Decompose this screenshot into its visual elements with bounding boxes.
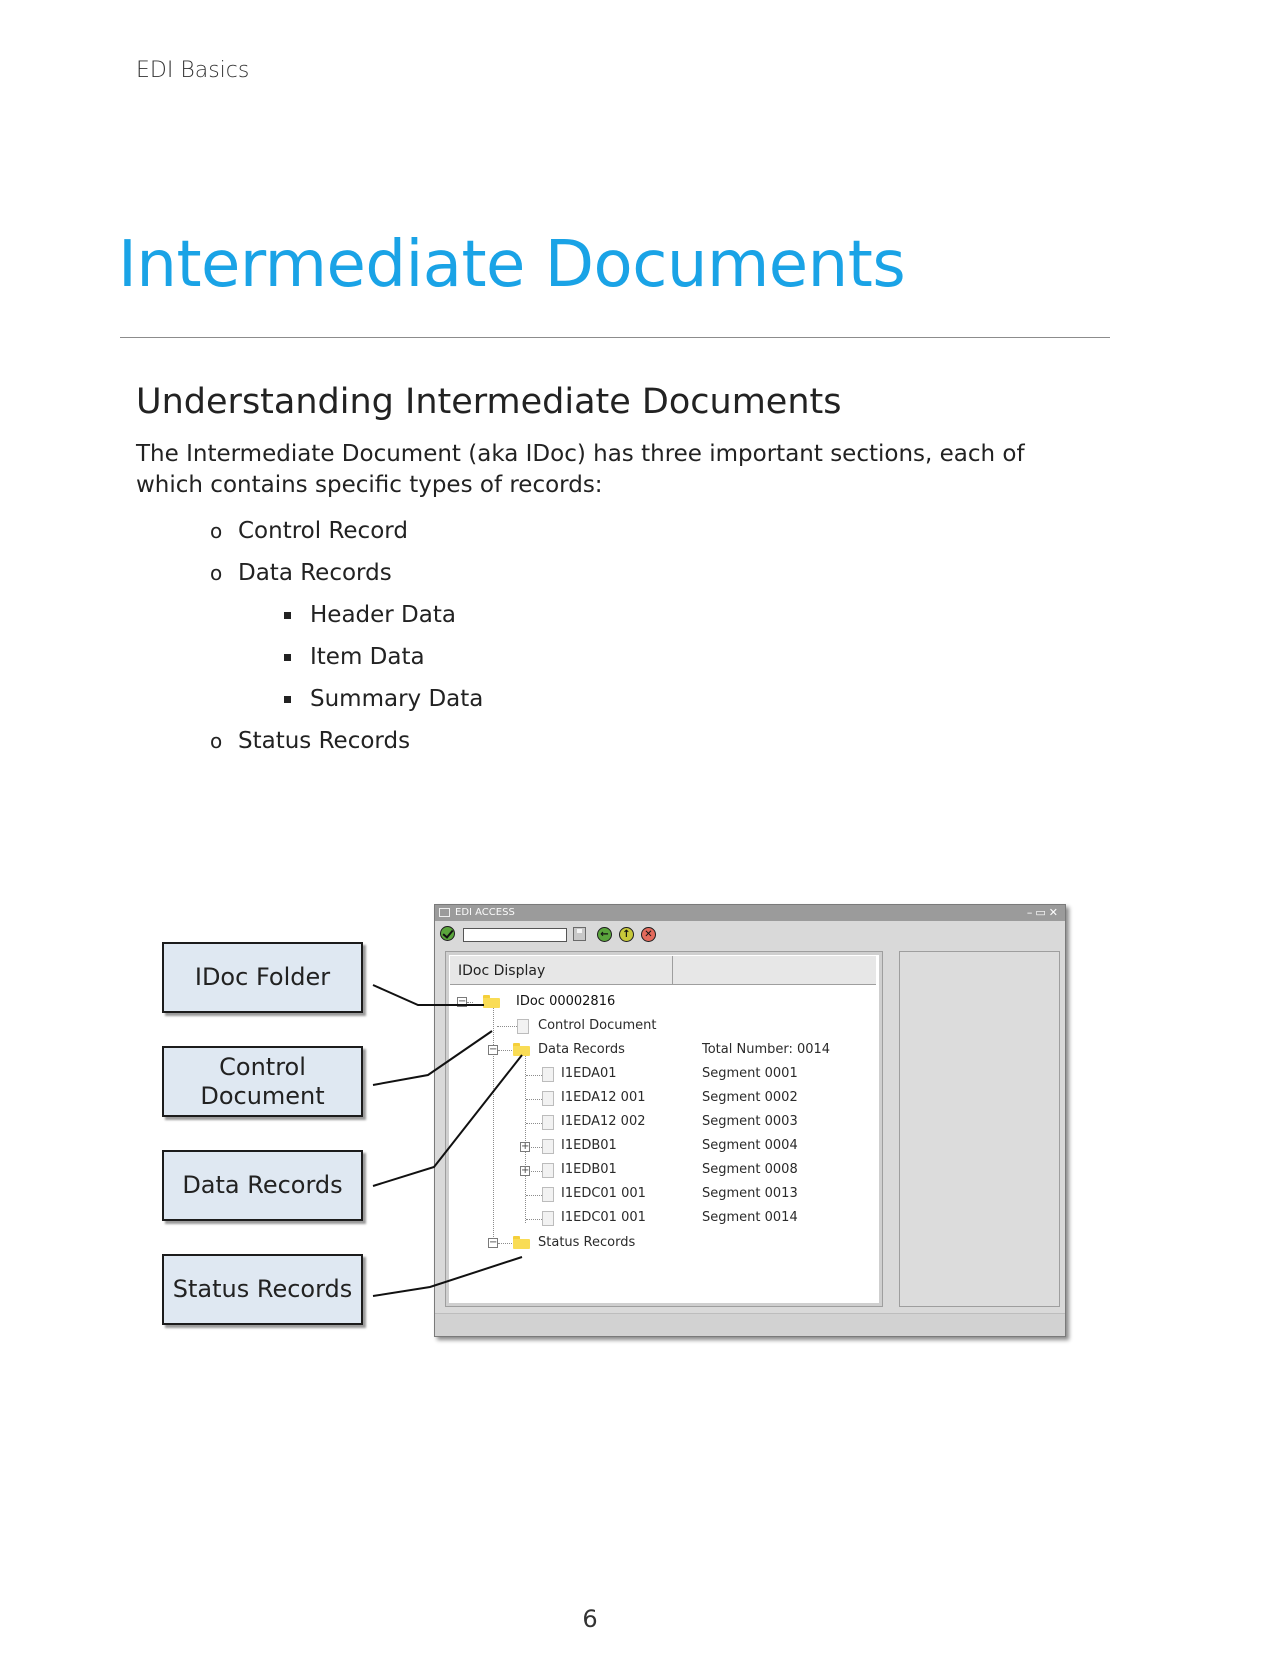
segment-number: Segment 0014 <box>702 1210 798 1225</box>
bullet-marker: o <box>210 729 223 753</box>
floppy-disk-icon[interactable] <box>573 927 586 941</box>
segment-number: Segment 0001 <box>702 1066 798 1081</box>
list-item: o Control Record <box>210 510 483 552</box>
tree-node-segment[interactable]: I1EDB01 <box>561 1138 617 1153</box>
window-controls[interactable]: –▭✕ <box>1027 906 1061 919</box>
intro-paragraph: The Intermediate Document (aka IDoc) has… <box>136 441 1025 498</box>
page-title: Intermediate Documents <box>118 228 906 302</box>
document-icon <box>542 1139 554 1154</box>
collapse-toggle[interactable]: − <box>457 997 467 1007</box>
edi-access-window: EDI ACCESS –▭✕ ← ↑ ✕ IDoc Display − IDoc… <box>434 904 1066 1337</box>
segment-number: Segment 0008 <box>702 1162 798 1177</box>
column-separator[interactable] <box>672 956 673 984</box>
square-bullet-icon <box>284 654 291 661</box>
document-icon <box>542 1091 554 1106</box>
pane-header: IDoc Display <box>450 956 876 985</box>
bullet-marker: o <box>210 561 223 585</box>
tree-connector <box>526 1195 542 1196</box>
sub-list-item-label: Item Data <box>310 644 425 670</box>
window-titlebar[interactable]: EDI ACCESS –▭✕ <box>435 905 1065 921</box>
section-list: o Control Record o Data Records Header Dat… <box>210 510 483 762</box>
list-item: o Status Records <box>210 720 483 762</box>
list-item-label: Data Records <box>238 560 392 586</box>
document-icon <box>517 1019 529 1034</box>
page-number: 6 <box>582 1605 598 1633</box>
tree-node-segment[interactable]: I1EDC01 001 <box>561 1210 646 1225</box>
tree-connector <box>467 1002 473 1003</box>
document-icon <box>542 1187 554 1202</box>
arrow-left-icon[interactable]: ← <box>597 927 612 942</box>
collapse-toggle[interactable]: − <box>488 1045 498 1055</box>
collapse-toggle[interactable]: − <box>488 1238 498 1248</box>
sub-list-item-label: Header Data <box>310 602 456 628</box>
status-bar <box>435 1313 1065 1336</box>
toolbar: ← ↑ ✕ <box>435 921 1065 947</box>
document-icon <box>542 1163 554 1178</box>
tree-connector <box>526 1099 542 1100</box>
callout-data-records: Data Records <box>162 1150 363 1221</box>
title-divider <box>120 337 1110 338</box>
list-item-label: Control Record <box>238 518 408 544</box>
cancel-icon[interactable]: ✕ <box>641 927 656 942</box>
tree-node-data-records[interactable]: Data Records <box>538 1042 625 1057</box>
folder-icon <box>483 995 500 1008</box>
callout-status-records: Status Records <box>162 1254 363 1325</box>
tree-node-segment[interactable]: I1EDC01 001 <box>561 1186 646 1201</box>
window-title: EDI ACCESS <box>455 907 515 918</box>
bullet-marker: o <box>210 519 223 543</box>
callout-control-document: Control Document <box>162 1046 363 1117</box>
tree-connector <box>497 1026 517 1027</box>
tree-node-segment[interactable]: I1EDA12 001 <box>561 1090 645 1105</box>
idoc-display-pane: IDoc Display − IDoc 00002816 Control Doc… <box>445 951 883 1307</box>
sub-list-item: Item Data <box>284 636 483 678</box>
segment-number: Segment 0004 <box>702 1138 798 1153</box>
app-icon <box>439 908 450 917</box>
pane-header-title: IDoc Display <box>458 963 546 979</box>
expand-toggle[interactable]: + <box>520 1166 530 1176</box>
segment-number: Segment 0003 <box>702 1114 798 1129</box>
tree-node-segment[interactable]: I1EDA12 002 <box>561 1114 645 1129</box>
open-folder-icon <box>513 1236 530 1249</box>
tree-node-status-records[interactable]: Status Records <box>538 1235 635 1250</box>
tree-node-segment[interactable]: I1EDB01 <box>561 1162 617 1177</box>
running-header: EDI Basics <box>136 58 250 83</box>
segment-number: Segment 0013 <box>702 1186 798 1201</box>
tree-node-segment[interactable]: I1EDA01 <box>561 1066 617 1081</box>
detail-pane <box>899 951 1060 1307</box>
checkmark-icon[interactable] <box>440 926 455 941</box>
command-field[interactable] <box>463 928 567 942</box>
tree-node-control-document[interactable]: Control Document <box>538 1018 656 1033</box>
callout-label: Data Records <box>182 1171 343 1199</box>
tree-connector <box>526 1075 542 1076</box>
callout-label: IDoc Folder <box>194 963 331 991</box>
callout-label: Control Document <box>200 1052 325 1110</box>
sub-list-item-label: Summary Data <box>310 686 484 712</box>
document-icon <box>542 1067 554 1082</box>
tree-connector <box>531 1171 542 1172</box>
callout-idoc-folder: IDoc Folder <box>162 942 363 1013</box>
document-icon <box>542 1211 554 1226</box>
tree-connector <box>531 1147 542 1148</box>
tree-node-root[interactable]: IDoc 00002816 <box>516 994 615 1009</box>
segment-number: Segment 0002 <box>702 1090 798 1105</box>
data-records-total: Total Number: 0014 <box>702 1042 831 1057</box>
tree-connector <box>526 1123 542 1124</box>
expand-toggle[interactable]: + <box>520 1142 530 1152</box>
list-item-label: Status Records <box>238 728 411 754</box>
square-bullet-icon <box>284 612 291 619</box>
sub-list: Header Data Item Data Summary Data <box>284 594 483 720</box>
document-icon <box>542 1115 554 1130</box>
list-item: o Data Records Header Data Item Data Summ… <box>210 552 483 720</box>
tree-connector <box>526 1219 542 1220</box>
arrow-up-icon[interactable]: ↑ <box>619 927 634 942</box>
tree-connector <box>525 1055 526 1223</box>
sub-list-item: Summary Data <box>284 678 483 720</box>
tree-connector <box>493 1007 494 1247</box>
section-heading: Understanding Intermediate Documents <box>136 382 842 422</box>
open-folder-icon <box>513 1043 530 1056</box>
square-bullet-icon <box>284 696 291 703</box>
callout-label: Status Records <box>172 1275 353 1303</box>
sub-list-item: Header Data <box>284 594 483 636</box>
